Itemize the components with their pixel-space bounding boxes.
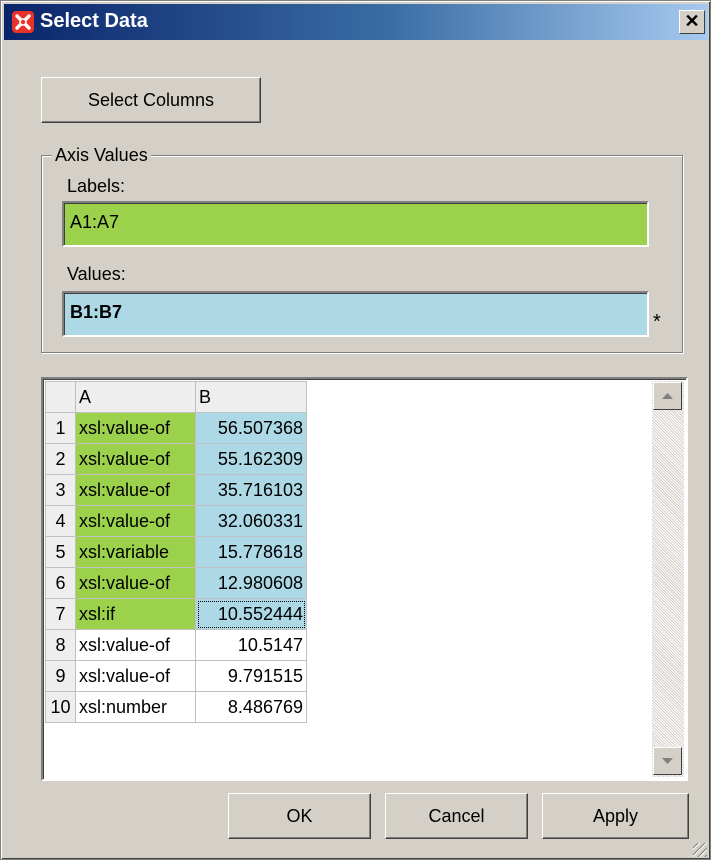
- close-icon: ✕: [684, 11, 700, 31]
- row-header[interactable]: 7: [45, 598, 76, 630]
- column-header-a[interactable]: A: [75, 381, 196, 413]
- ok-button[interactable]: OK: [228, 793, 371, 839]
- app-icon: [12, 11, 34, 33]
- cell-a[interactable]: xsl:value-of: [75, 474, 196, 506]
- cell-b[interactable]: 32.060331: [195, 505, 307, 537]
- values-range-input[interactable]: B1:B7: [62, 291, 649, 337]
- cell-b[interactable]: 12.980608: [195, 567, 307, 599]
- cell-b[interactable]: 55.162309: [195, 443, 307, 475]
- cell-b[interactable]: 15.778618: [195, 536, 307, 568]
- row-header[interactable]: 9: [45, 660, 76, 692]
- cell-b[interactable]: 9.791515: [195, 660, 307, 692]
- cell-a[interactable]: xsl:value-of: [75, 505, 196, 537]
- row-header[interactable]: 5: [45, 536, 76, 568]
- labels-caption: Labels:: [67, 176, 126, 196]
- table-row[interactable]: 7 xsl:if 10.552444: [45, 598, 307, 630]
- table-row[interactable]: 10 xsl:number 8.486769: [45, 691, 307, 723]
- cell-a[interactable]: xsl:value-of: [75, 443, 196, 475]
- values-asterisk: *: [653, 311, 661, 333]
- row-header[interactable]: 2: [45, 443, 76, 475]
- window-title: Select Data: [40, 10, 148, 32]
- row-header[interactable]: 3: [45, 474, 76, 506]
- table-row[interactable]: 9 xsl:value-of 9.791515: [45, 660, 307, 692]
- labels-range-input[interactable]: A1:A7: [62, 201, 649, 247]
- grid-header-row: A B: [45, 381, 307, 413]
- close-button[interactable]: ✕: [679, 10, 705, 34]
- table-row[interactable]: 5 xsl:variable 15.778618: [45, 536, 307, 568]
- row-header[interactable]: 10: [45, 691, 76, 723]
- row-header[interactable]: 4: [45, 505, 76, 537]
- cell-b[interactable]: 8.486769: [195, 691, 307, 723]
- cancel-button[interactable]: Cancel: [385, 793, 528, 839]
- title-bar[interactable]: Select Data ✕: [4, 4, 708, 40]
- scroll-up-button[interactable]: [653, 382, 682, 410]
- table-row[interactable]: 6 xsl:value-of 12.980608: [45, 567, 307, 599]
- row-header[interactable]: 6: [45, 567, 76, 599]
- apply-button[interactable]: Apply: [542, 793, 689, 839]
- cell-a[interactable]: xsl:value-of: [75, 412, 196, 444]
- data-grid-panel: A B 1 xsl:value-of 56.507368 2 xsl:value-of 5…: [41, 377, 688, 781]
- cell-b[interactable]: 56.507368: [195, 412, 307, 444]
- select-columns-button[interactable]: Select Columns: [41, 77, 261, 123]
- row-header[interactable]: 1: [45, 412, 76, 444]
- cell-a[interactable]: xsl:if: [75, 598, 196, 630]
- row-header[interactable]: 8: [45, 629, 76, 661]
- table-row[interactable]: 2 xsl:value-of 55.162309: [45, 443, 307, 475]
- cell-a[interactable]: xsl:value-of: [75, 660, 196, 692]
- table-row[interactable]: 8 xsl:value-of 10.5147: [45, 629, 307, 661]
- table-row[interactable]: 4 xsl:value-of 32.060331: [45, 505, 307, 537]
- resize-grip-icon[interactable]: [693, 843, 707, 857]
- cell-b[interactable]: 10.552444: [195, 598, 307, 630]
- select-data-dialog: Select Data ✕ Select Columns Axis Values…: [0, 0, 711, 860]
- table-row[interactable]: 3 xsl:value-of 35.716103: [45, 474, 307, 506]
- scroll-down-button[interactable]: [653, 747, 682, 775]
- cell-a[interactable]: xsl:variable: [75, 536, 196, 568]
- cell-a[interactable]: xsl:number: [75, 691, 196, 723]
- cell-b[interactable]: 10.5147: [195, 629, 307, 661]
- grid-corner: [45, 381, 76, 413]
- cell-a[interactable]: xsl:value-of: [75, 629, 196, 661]
- axis-values-legend: Axis Values: [52, 144, 151, 166]
- values-caption: Values:: [67, 264, 126, 284]
- data-grid: A B 1 xsl:value-of 56.507368 2 xsl:value-of 5…: [45, 381, 307, 723]
- vertical-scrollbar[interactable]: [652, 381, 684, 777]
- table-row[interactable]: 1 xsl:value-of 56.507368: [45, 412, 307, 444]
- arrow-up-icon: [662, 393, 673, 399]
- arrow-down-icon: [662, 758, 673, 764]
- column-header-b[interactable]: B: [195, 381, 307, 413]
- cell-a[interactable]: xsl:value-of: [75, 567, 196, 599]
- cell-b[interactable]: 35.716103: [195, 474, 307, 506]
